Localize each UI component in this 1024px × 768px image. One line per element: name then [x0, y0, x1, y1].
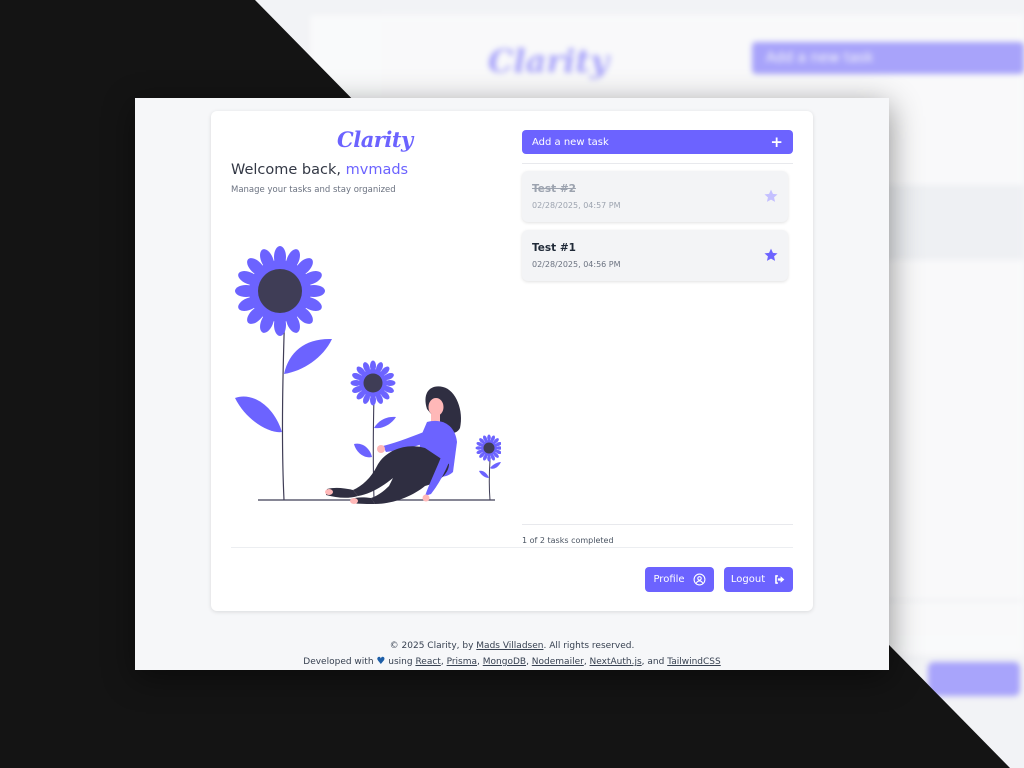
copyright-prefix: © 2025 Clarity, by [389, 641, 474, 651]
profile-label: Profile [653, 574, 685, 585]
developed-line: Developed with ♥ using React, Prisma, Mo… [303, 656, 721, 667]
task-progress-text: 1 of 2 tasks completed [522, 536, 614, 545]
plus-icon: + [770, 132, 783, 151]
heart-icon: ♥ [376, 656, 386, 667]
copyright-line: © 2025 Clarity, by Mads Villadsen. All r… [135, 639, 889, 654]
sign-out-icon [775, 575, 785, 584]
user-circle-icon [693, 573, 706, 586]
developed-prefix: Developed with [303, 657, 374, 667]
tech-link-nodemailer[interactable]: Nodemailer [532, 657, 584, 667]
logout-button[interactable]: Logout [724, 567, 793, 592]
page-footer: © 2025 Clarity, by Mads Villadsen. All r… [135, 639, 889, 670]
task-item-test-2[interactable]: Test #2 02/28/2025, 04:57 PM [522, 171, 788, 222]
tech-link-prisma[interactable]: Prisma [447, 657, 477, 667]
using-text: using [388, 657, 413, 667]
star-icon[interactable] [763, 188, 779, 204]
welcome-heading: Welcome back, mvmads [231, 162, 408, 178]
tech-link-mongodb[interactable]: MongoDB [483, 657, 526, 667]
tech-link-react[interactable]: React [415, 657, 440, 667]
author-link[interactable]: Mads Villadsen [476, 641, 543, 651]
add-task-button[interactable]: Add a new task + [522, 130, 793, 154]
tech-link-tailwindcss[interactable]: TailwindCSS [667, 657, 721, 667]
welcome-prefix: Welcome back, [231, 162, 342, 178]
task-title: Test #1 [532, 242, 576, 254]
main-card: Clarity Welcome back, mvmads Manage your… [211, 111, 813, 611]
task-date: 02/28/2025, 04:56 PM [532, 260, 621, 269]
subtitle: Manage your tasks and stay organized [231, 185, 396, 195]
app-window: Clarity Welcome back, mvmads Manage your… [135, 98, 889, 670]
profile-button[interactable]: Profile [645, 567, 714, 592]
task-item-test-1[interactable]: Test #1 02/28/2025, 04:56 PM [522, 230, 788, 281]
tech-link-nextauth[interactable]: NextAuth.js [590, 657, 642, 667]
star-icon[interactable] [763, 247, 779, 263]
background-logo: Clarity [488, 42, 609, 80]
add-task-label: Add a new task [532, 136, 609, 148]
card-footer-divider [231, 547, 793, 548]
sunflower-woman-illustration [235, 246, 501, 504]
background-profile-button [928, 662, 1020, 696]
username: mvmads [345, 162, 409, 178]
task-title: Test #2 [532, 183, 576, 195]
rights-text: . All rights reserved. [543, 641, 635, 651]
and-text: and [647, 657, 665, 667]
task-list-bottom-divider [522, 524, 793, 525]
task-list-divider [522, 163, 793, 164]
task-date: 02/28/2025, 04:57 PM [532, 201, 621, 210]
logout-label: Logout [730, 574, 766, 585]
background-add-task-button: Add a new task [752, 42, 1024, 74]
app-logo: Clarity [337, 127, 413, 152]
